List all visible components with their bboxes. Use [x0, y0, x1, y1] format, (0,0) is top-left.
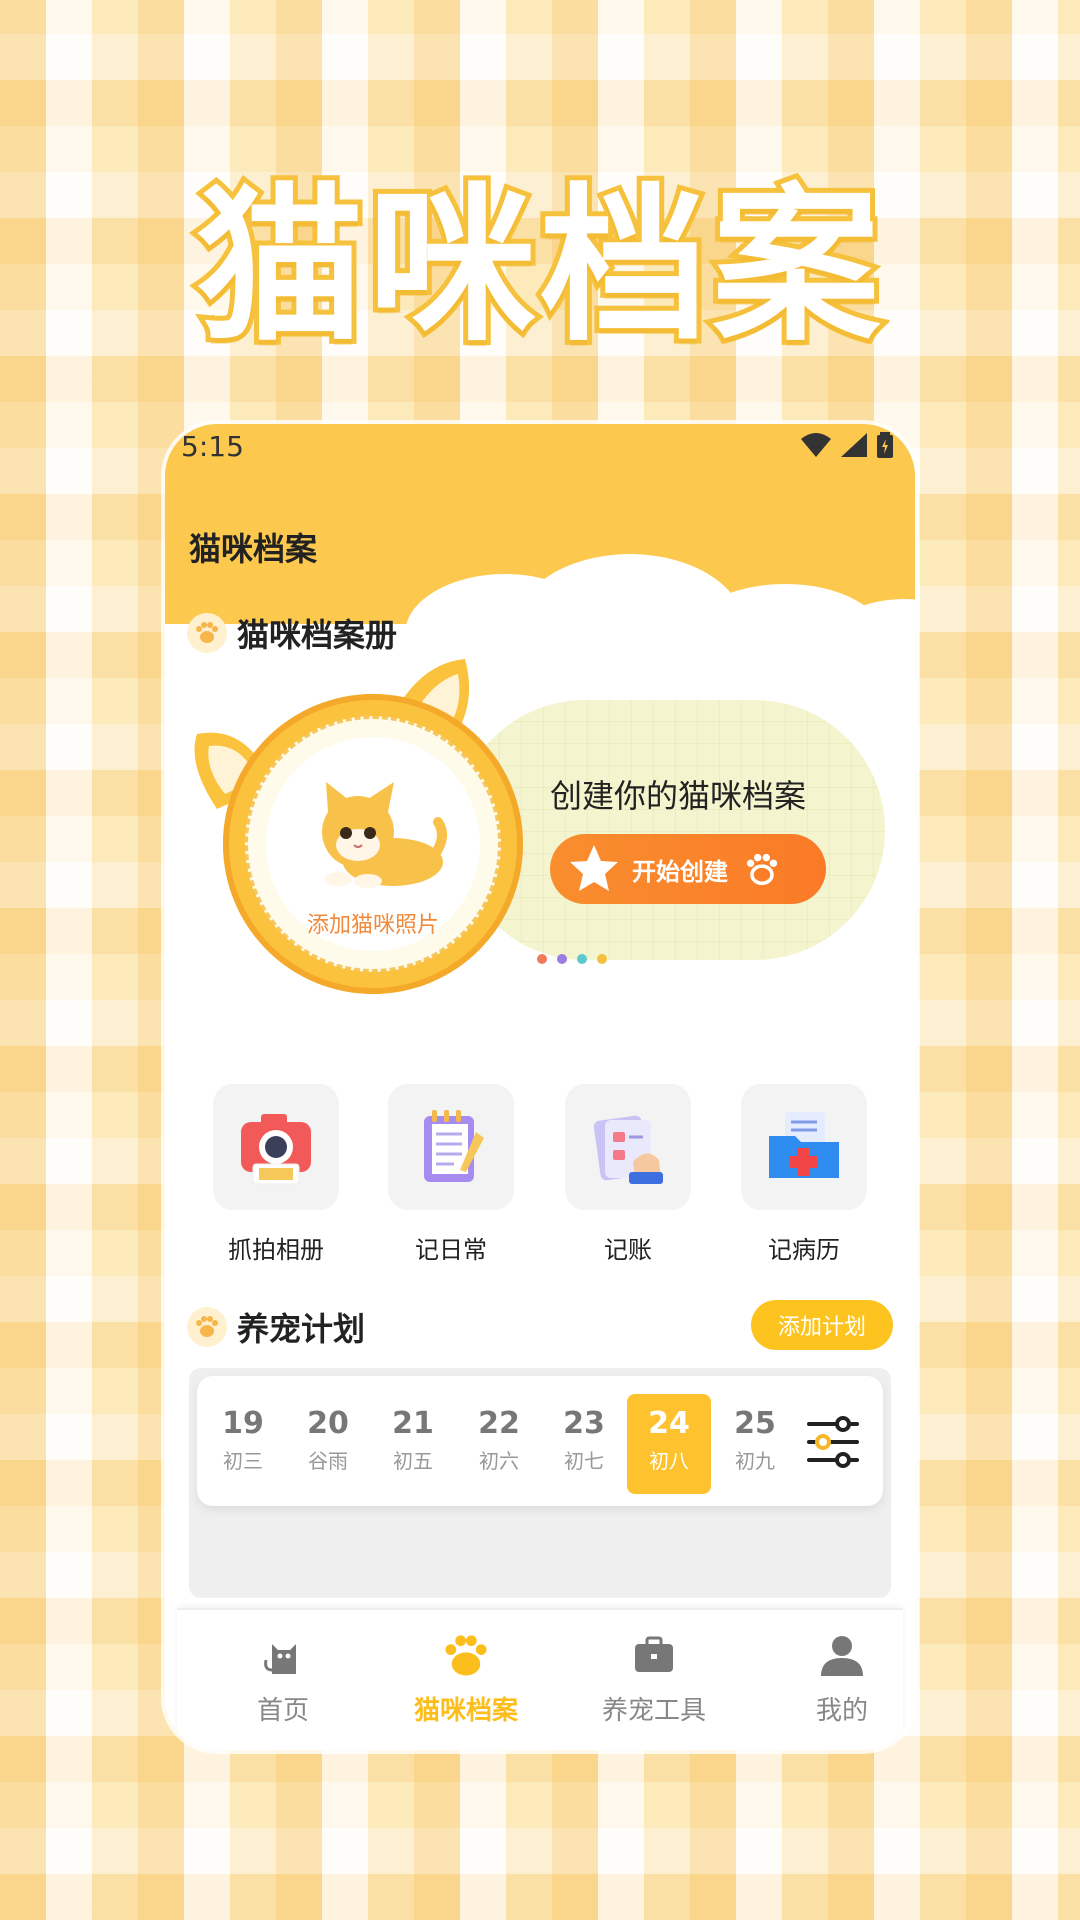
tab-label: 猫咪档案 — [413, 1696, 518, 1726]
status-icons — [801, 432, 893, 458]
quick-action-label: 记日常 — [415, 1236, 487, 1264]
phone-screen: 5:15 猫咪档案 猫咪档案册 创建你的猫咪档案 开始创建 添加猫咪照片 抓拍相… — [165, 424, 915, 1750]
tab-label: 首页 — [256, 1696, 309, 1726]
calendar-day[interactable]: 22 初六 — [457, 1394, 541, 1494]
quick-action-label: 抓拍相册 — [228, 1236, 324, 1264]
paw-icon — [187, 613, 227, 653]
dots-decoration — [537, 954, 607, 964]
quick-action-label: 记账 — [604, 1236, 652, 1264]
calendar-day[interactable]: 19 初三 — [201, 1394, 285, 1494]
camera-icon — [241, 1114, 311, 1185]
album-section-header: 猫咪档案册 — [187, 610, 397, 656]
plan-section-header: 养宠计划 — [187, 1304, 365, 1350]
tab-profile[interactable]: 我的 — [762, 1630, 915, 1727]
paw-icon — [445, 1635, 487, 1676]
status-time: 5:15 — [181, 430, 244, 463]
add-photo-area[interactable]: 添加猫咪照片 — [266, 737, 480, 951]
calendar-day[interactable]: 21 初五 — [371, 1394, 455, 1494]
calendar-day[interactable]: 25 初九 — [713, 1394, 797, 1494]
album-section-title: 猫咪档案册 — [237, 616, 398, 654]
paw-icon — [187, 1307, 227, 1347]
star-icon — [570, 845, 618, 891]
quick-action-accounting[interactable]: 记账 — [565, 1084, 691, 1265]
quick-action-photo-album[interactable]: 抓拍相册 — [213, 1084, 339, 1265]
battery-icon — [877, 432, 893, 458]
medical-folder-icon — [769, 1112, 839, 1178]
cat-icon — [264, 1644, 296, 1674]
calendar-day-selected[interactable]: 24 初八 — [627, 1394, 711, 1494]
wifi-icon — [801, 433, 831, 457]
calendar-day[interactable]: 23 初七 — [542, 1394, 626, 1494]
app-title: 猫咪档案 — [189, 530, 318, 568]
add-photo-label: 添加猫咪照片 — [306, 913, 439, 938]
signal-icon — [841, 433, 867, 457]
start-create-label: 开始创建 — [632, 857, 728, 886]
week-calendar: 19 初三 20 谷雨 21 初五 22 初六 23 初七 24 初八 25 初九 — [197, 1376, 883, 1506]
quick-action-daily-log[interactable]: 记日常 — [388, 1084, 514, 1265]
plan-section-title: 养宠计划 — [237, 1310, 366, 1348]
toolbox-icon — [635, 1636, 673, 1672]
kitten-illustration — [322, 782, 447, 888]
tab-home[interactable]: 首页 — [203, 1630, 363, 1727]
tab-cat-profile[interactable]: 猫咪档案 — [386, 1630, 546, 1727]
quick-action-label: 记病历 — [768, 1236, 840, 1264]
quick-action-medical-record[interactable]: 记病历 — [741, 1084, 867, 1265]
ledger-icon — [593, 1115, 663, 1184]
notebook-icon — [424, 1110, 484, 1182]
add-plan-button[interactable]: 添加计划 — [751, 1300, 893, 1350]
tab-pet-tools[interactable]: 养宠工具 — [574, 1630, 734, 1727]
album-hero: 创建你的猫咪档案 开始创建 添加猫咪照片 — [165, 654, 915, 1014]
tab-label: 我的 — [815, 1696, 868, 1726]
user-icon — [821, 1636, 863, 1676]
paw-icon — [746, 853, 778, 886]
plan-calendar-panel: 19 初三 20 谷雨 21 初五 22 初六 23 初七 24 初八 25 初九 — [189, 1368, 891, 1598]
tab-label: 养宠工具 — [601, 1696, 706, 1726]
create-prompt: 创建你的猫咪档案 — [550, 777, 807, 815]
filter-sliders-icon[interactable] — [805, 1414, 861, 1470]
bottom-tab-bar: 首页 猫咪档案 养宠工具 我的 — [177, 1608, 903, 1750]
start-create-button[interactable]: 开始创建 — [550, 834, 826, 904]
avatar-frame[interactable]: 添加猫咪照片 — [223, 694, 523, 994]
promo-title: 猫咪档案 — [191, 163, 885, 369]
calendar-day[interactable]: 20 谷雨 — [286, 1394, 370, 1494]
